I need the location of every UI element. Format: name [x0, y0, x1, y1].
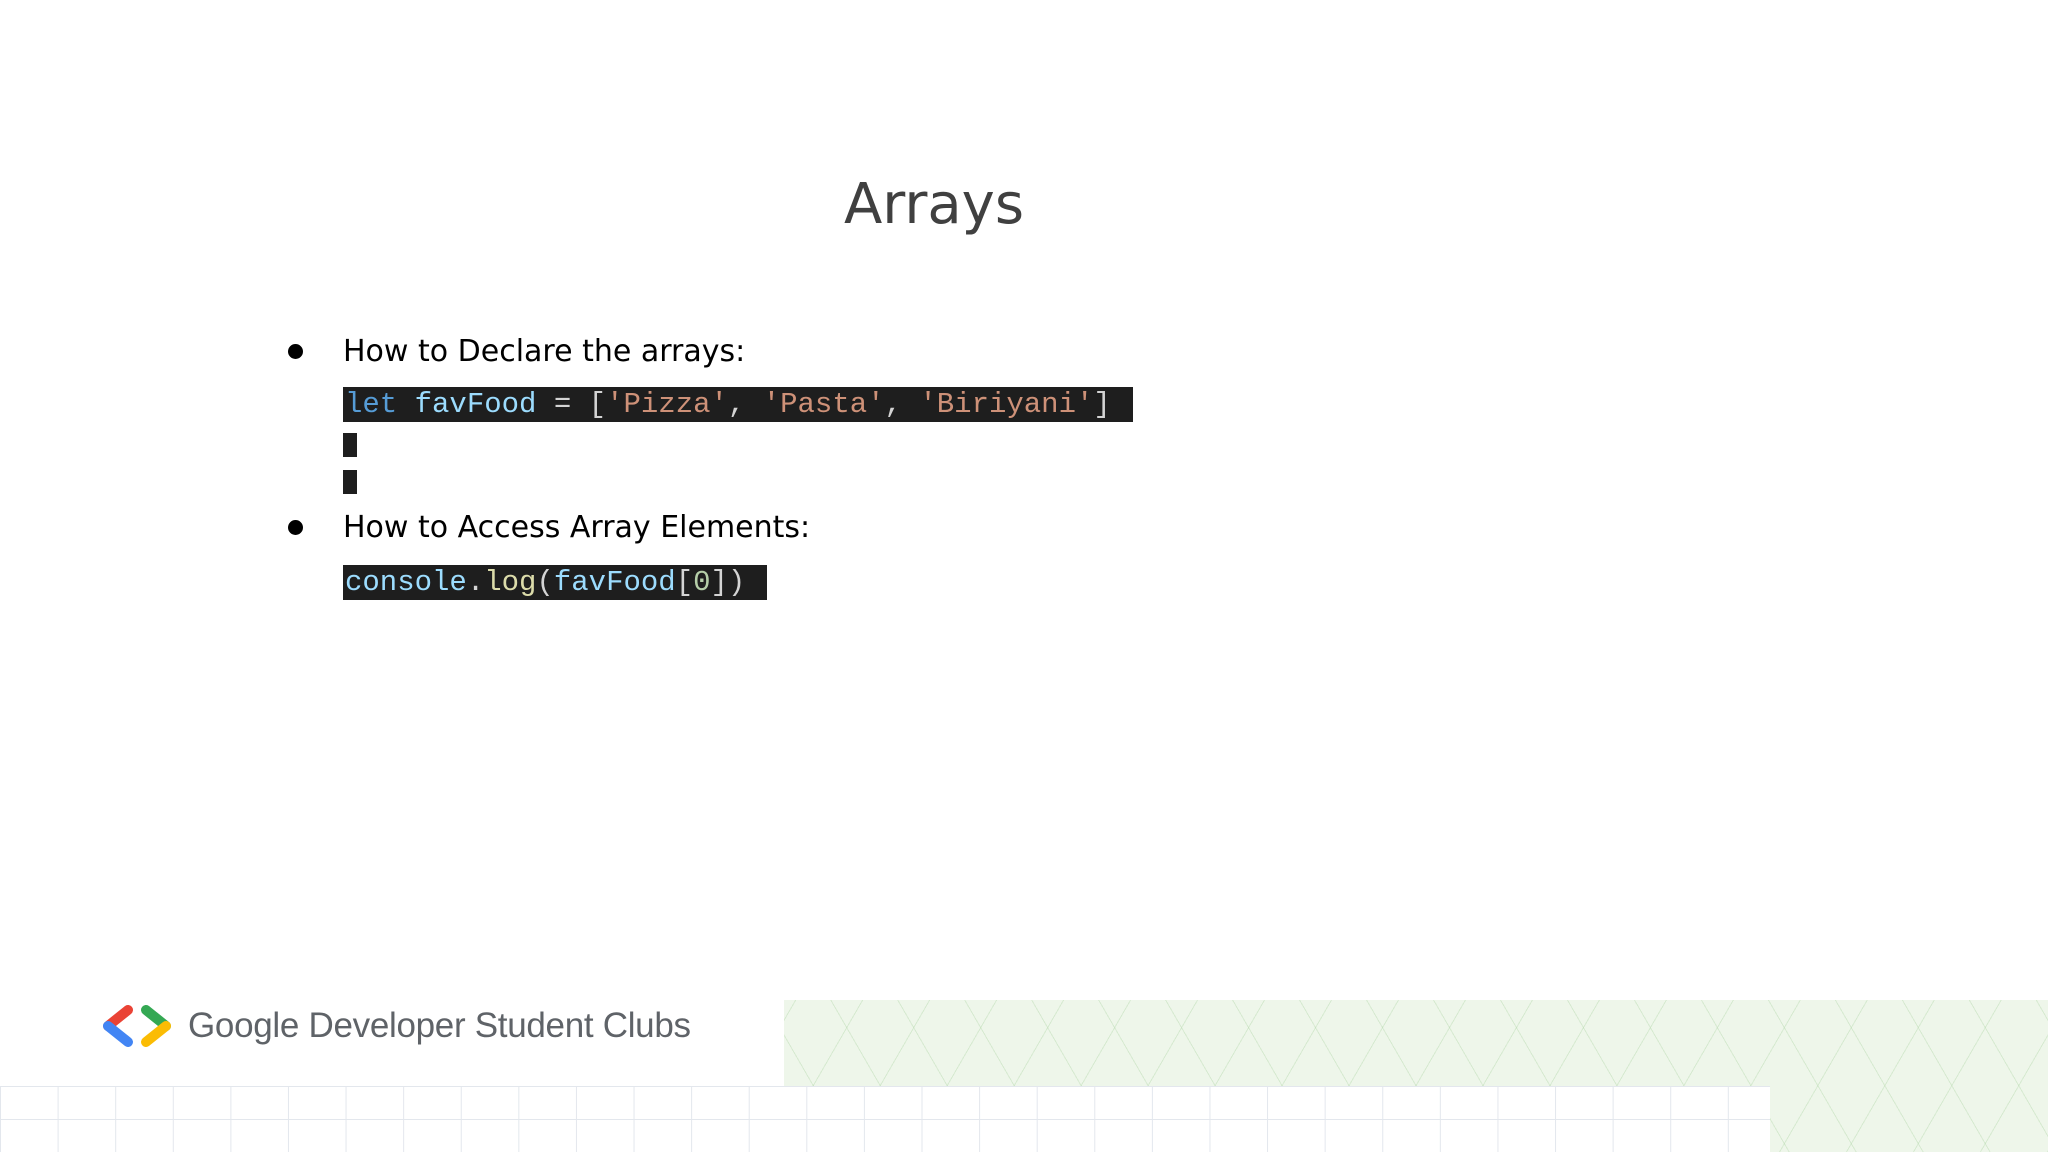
code-operator: = [ [536, 388, 607, 421]
code-keyword: let [345, 388, 398, 421]
slide: Arrays How to Declare the arrays: let fa… [0, 0, 2048, 1152]
bullet-icon [288, 520, 303, 535]
code-cursor-block [343, 433, 357, 457]
code-comma: , [884, 388, 920, 421]
code-string: 'Pizza' [606, 388, 728, 421]
code-number: 0 [693, 566, 711, 599]
code-bracket: ]) [710, 566, 746, 599]
code-variable: favFood [553, 566, 676, 599]
bullet-icon [288, 344, 303, 359]
code-bracket: [ [675, 566, 694, 599]
code-function: log [484, 566, 537, 599]
bullet-access: How to Access Array Elements: [288, 510, 810, 545]
code-bracket: ] [1093, 388, 1111, 421]
slide-title: Arrays [843, 172, 1024, 237]
bullet-declare-text: How to Declare the arrays: [343, 334, 746, 369]
code-comma: , [727, 388, 763, 421]
code-dot: . [466, 566, 485, 599]
code-cursor-block [343, 470, 357, 494]
code-paren: ( [536, 566, 554, 599]
code-access: console.log(favFood[0]) [343, 565, 768, 600]
gdsc-logo-icon [103, 1005, 171, 1047]
code-object: console [345, 566, 467, 599]
code-string: 'Biriyani' [919, 388, 1094, 421]
gdsc-brand-text: Google Developer Student Clubs [188, 1006, 691, 1045]
code-declare: let favFood = ['Pizza', 'Pasta', 'Biriya… [343, 387, 1133, 422]
code-string: 'Pasta' [762, 388, 885, 421]
code-variable: favFood [414, 388, 537, 421]
bullet-declare: How to Declare the arrays: [288, 334, 745, 369]
decorative-grid-pattern [0, 1086, 1770, 1152]
gdsc-brand: Google Developer Student Clubs [100, 1005, 691, 1047]
bullet-access-text: How to Access Array Elements: [343, 510, 811, 545]
